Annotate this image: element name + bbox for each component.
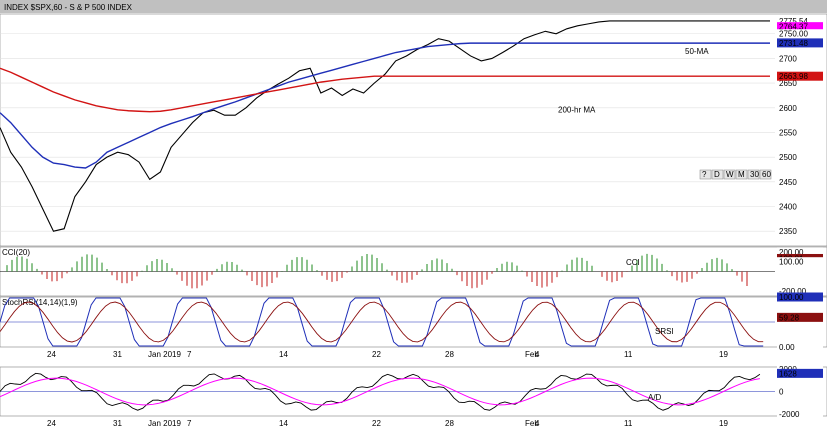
- x-axis-label: 22: [372, 350, 381, 359]
- cci-value-tag-text: 100.00: [779, 258, 804, 267]
- ad-panel: 200016280-2000A/D: [0, 364, 827, 419]
- ad-value-tag: [777, 387, 823, 396]
- stochrsi-panel: StochRSI(14,14)(1,9) 100.00 59.28 0.00 SRSI: [0, 292, 827, 352]
- ad-value-tag-text: 1628: [779, 369, 797, 378]
- price-value-tag-text: 2750.00: [779, 30, 808, 39]
- price-y-tick: 2400: [779, 203, 797, 212]
- x-axis-label-bottom: Jan 2019: [148, 419, 181, 428]
- price-y-tick: 2500: [779, 153, 797, 162]
- x-axis-label-bottom: 31: [113, 419, 122, 428]
- x-axis-label: Jan 2019: [148, 350, 181, 359]
- price-y-tick: 2450: [779, 178, 797, 187]
- x-axis-label: 28: [445, 350, 454, 359]
- x-axis-label-bottom: 22: [372, 419, 381, 428]
- price-y-tick: 2600: [779, 104, 797, 113]
- srsi-value-tag-text: 100.00: [779, 293, 804, 302]
- stockcharts-canvas: INDEX $SPX,60 - S & P 500 INDEX Price279…: [0, 0, 827, 428]
- toolbar-button-label: W: [726, 170, 734, 179]
- x-axis-label-bottom: 14: [279, 419, 288, 428]
- x-axis-label-bottom: 28: [445, 419, 454, 428]
- price-panel: 2350240024502500255026002650270027502775…: [0, 13, 827, 247]
- window-title: INDEX $SPX,60 - S & P 500 INDEX: [4, 3, 133, 12]
- x-axis-label: 14: [279, 350, 288, 359]
- x-axis-label: 4: [535, 350, 540, 359]
- ad-annotation: A/D: [648, 393, 662, 402]
- price-y-tick: 2350: [779, 227, 797, 236]
- x-axis-label-bottom: 4: [535, 419, 540, 428]
- ma50-annotation: 50-MA: [685, 47, 709, 56]
- price-value-tag-text: 2663.98: [779, 72, 808, 81]
- price-y-tick: 2550: [779, 128, 797, 137]
- x-axis-label-bottom: 11: [624, 419, 633, 428]
- ad-value-tag-text: -2000: [779, 410, 800, 419]
- ad-value-tag-text: 0: [779, 388, 784, 397]
- toolbar-button-label: 60: [762, 170, 771, 179]
- x-axis-label: 31: [113, 350, 122, 359]
- toolbar-button-label: M: [738, 170, 745, 179]
- chart-window: INDEX $SPX,60 - S & P 500 INDEX Price279…: [0, 0, 827, 431]
- x-axis-label: 19: [719, 350, 728, 359]
- x-axis-label: 11: [624, 350, 633, 359]
- srsi-value-tag-text: 0.00: [779, 343, 795, 352]
- toolbar-button-label: 30: [750, 170, 759, 179]
- ma200-annotation: 200-hr MA: [558, 106, 596, 115]
- x-axis-label-bottom: 19: [719, 419, 728, 428]
- toolbar-button-label: D: [714, 170, 720, 179]
- cci-title: CCI(20): [2, 248, 30, 257]
- x-axis-label: 7: [187, 350, 192, 359]
- cci-annotation: CCI: [626, 258, 640, 267]
- price-value-tag-text: 2731.48: [779, 39, 808, 48]
- toolbar-button-label: ?: [702, 170, 707, 179]
- srsi-annotation: SRSI: [655, 327, 674, 336]
- x-axis-label: 24: [47, 350, 56, 359]
- price-y-tick: 2700: [779, 54, 797, 63]
- cci-panel: CCI(20)200.00132.81100.00-200.00CCI: [0, 246, 827, 297]
- srsi-title: StochRSI(14,14)(1,9): [2, 298, 78, 307]
- x-axis-label-bottom: 7: [187, 419, 192, 428]
- x-axis-label-bottom: 24: [47, 419, 56, 428]
- srsi-value-tag-text: 59.28: [779, 313, 800, 322]
